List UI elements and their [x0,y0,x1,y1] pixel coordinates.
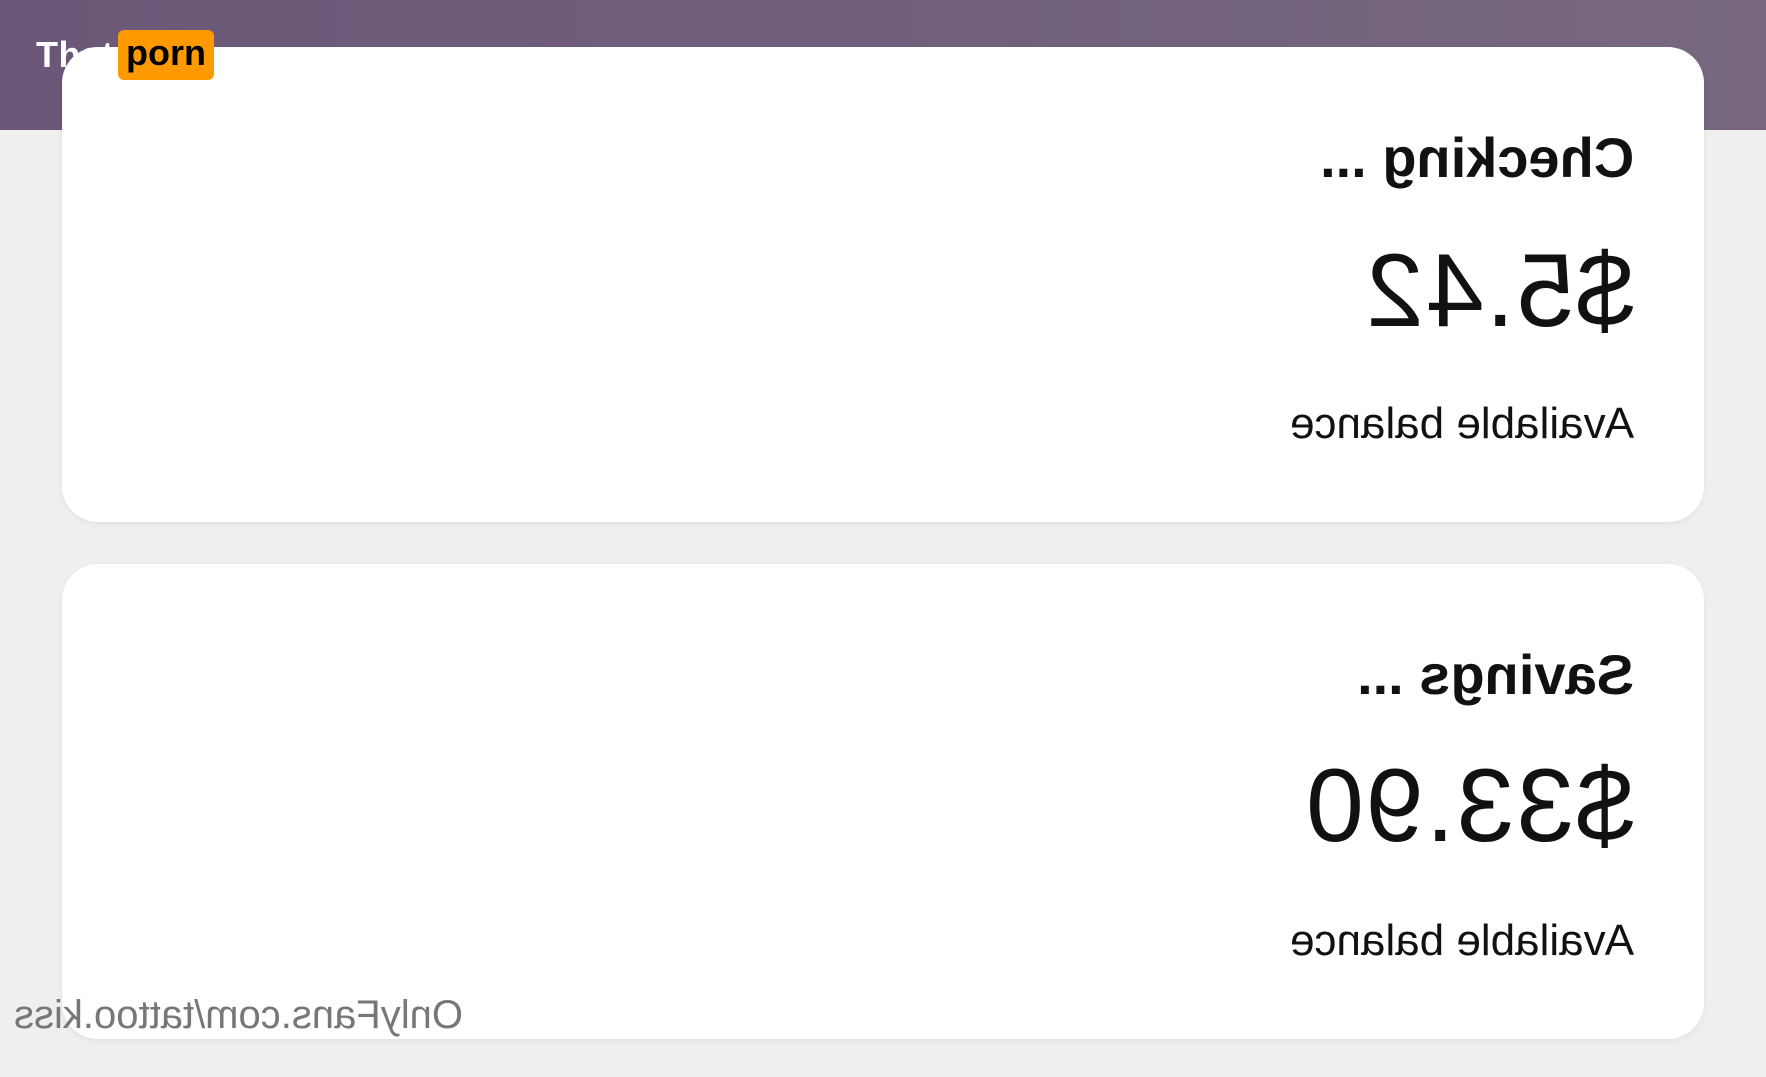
account-card-checking[interactable]: Checking ... $5.42 Available balance [62,47,1704,522]
account-title[interactable]: Checking ... [1320,125,1634,190]
watermark-text: OnlyFans.com/tattoo.kiss [14,993,464,1037]
account-title[interactable]: Savings ... [1357,642,1634,707]
account-balance-amount: $33.90 [1303,748,1634,864]
logo-badge: porn [118,29,214,80]
account-balance-label: Available balance [1289,399,1634,448]
account-balance-amount: $5.42 [1363,233,1634,349]
site-logo: That porn [36,29,214,80]
account-card-savings[interactable]: Savings ... $33.90 Available balance [62,564,1704,1039]
logo-text: That [36,33,114,75]
account-balance-label: Available balance [1289,916,1634,965]
